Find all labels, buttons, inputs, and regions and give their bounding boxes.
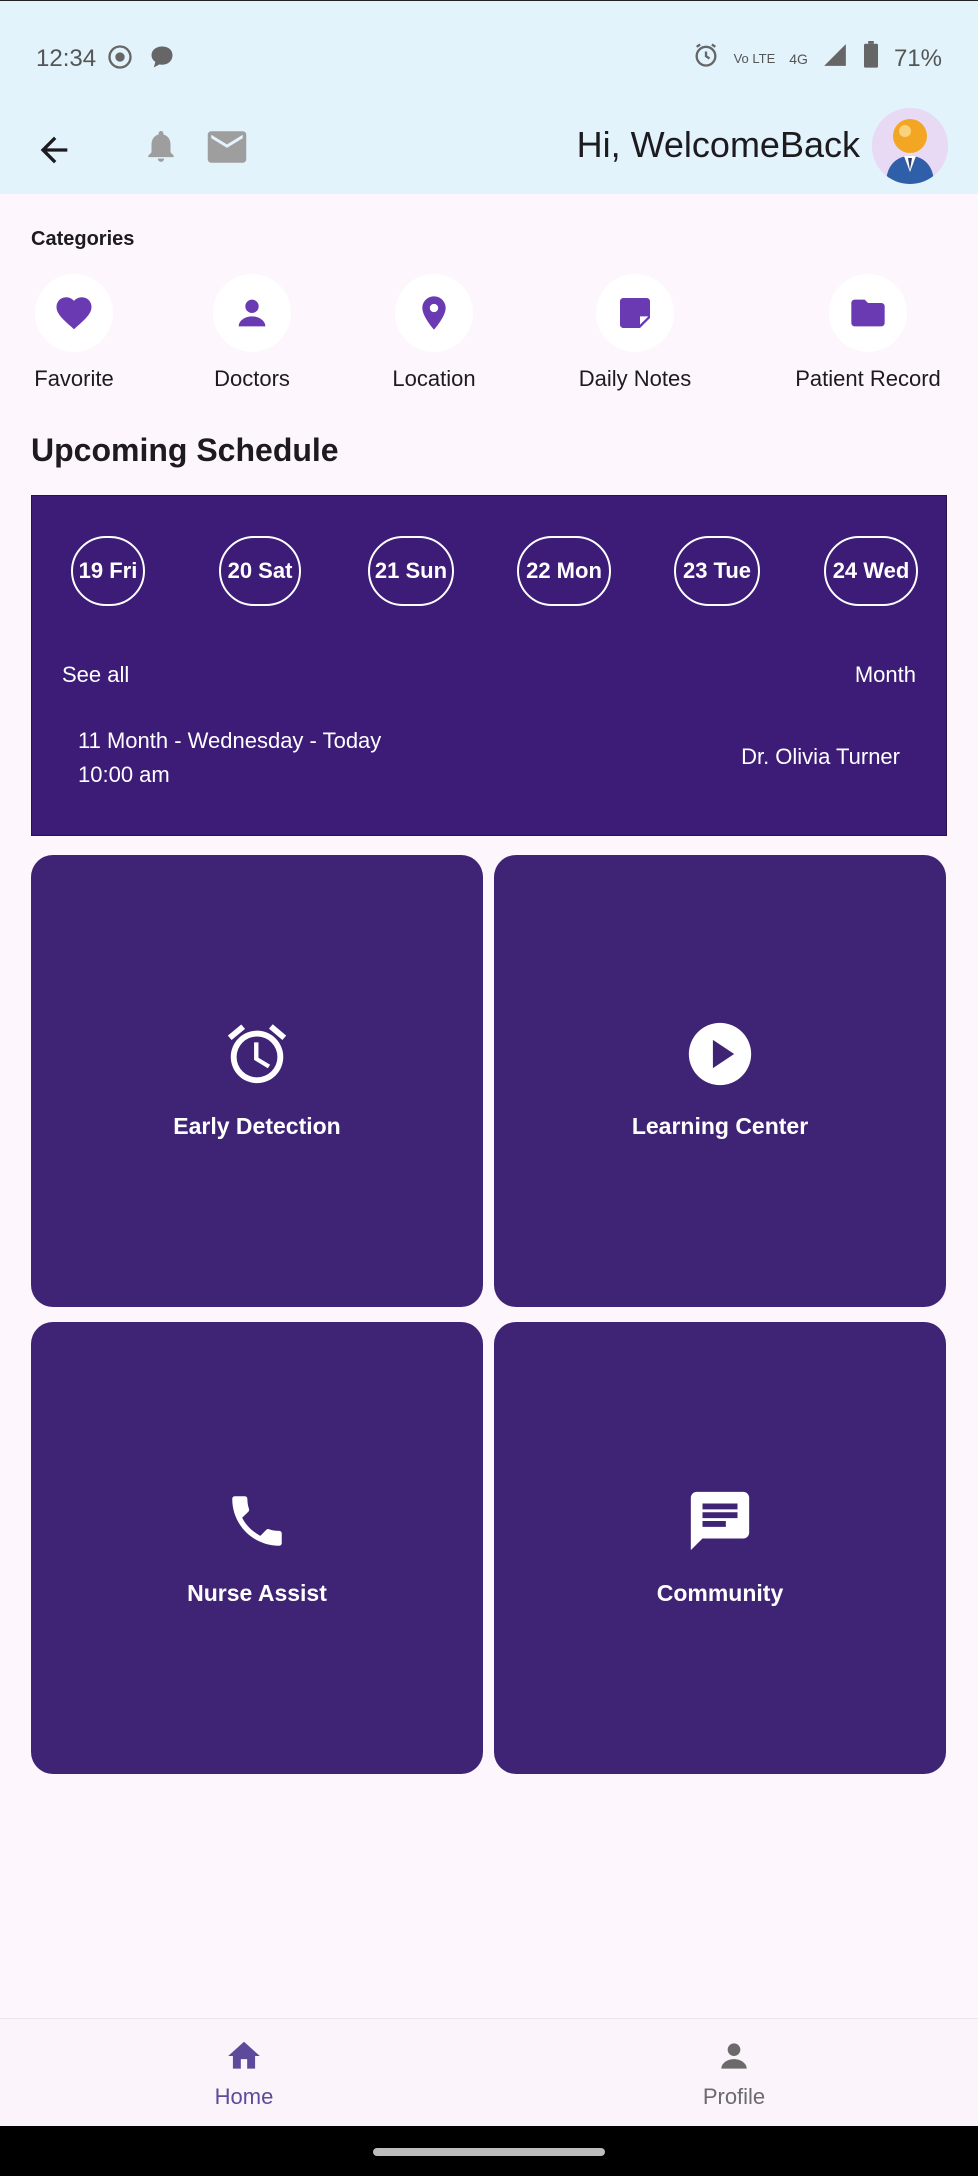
screen-record-icon [106, 43, 134, 76]
day-chip[interactable]: 19 Fri [71, 536, 145, 606]
chat-icon [685, 1486, 755, 1556]
welcome-greeting: Hi, WelcomeBack [576, 124, 860, 165]
appointment-doctor: Dr. Olivia Turner [741, 744, 900, 769]
note-icon [596, 274, 674, 352]
appointment-time: 10:00 am [78, 762, 170, 787]
category-location[interactable]: Location [386, 274, 482, 392]
mail-icon [207, 131, 247, 163]
tile-label: Early Detection [173, 1113, 341, 1139]
location-pin-icon [395, 274, 473, 352]
tile-label: Learning Center [631, 1113, 809, 1139]
signal-icon [822, 42, 848, 75]
month-link[interactable]: Month [855, 662, 916, 688]
network-indicator: 4G [789, 50, 808, 67]
avatar-person-icon [872, 108, 948, 184]
play-icon [685, 1019, 755, 1089]
app-bar: Hi, WelcomeBack [0, 108, 978, 194]
day-chip[interactable]: 22 Mon [517, 536, 611, 606]
category-daily-notes[interactable]: Daily Notes [572, 274, 698, 392]
nav-home[interactable]: Home [164, 2037, 324, 2110]
nurse-assist-tile[interactable]: Nurse Assist [31, 1322, 483, 1774]
see-all-link[interactable]: See all [62, 662, 129, 688]
bell-icon [148, 130, 174, 162]
community-tile[interactable]: Community [494, 1322, 946, 1774]
day-chip[interactable]: 20 Sat [219, 536, 301, 606]
notifications-button[interactable] [142, 124, 180, 173]
messages-button[interactable] [206, 128, 248, 171]
volte-indicator: Vo LTE [733, 51, 776, 66]
learning-center-tile[interactable]: Learning Center [494, 855, 946, 1307]
battery-icon [862, 41, 880, 76]
tile-label: Nurse Assist [187, 1580, 327, 1606]
category-label: Patient Record [795, 366, 941, 391]
day-chip[interactable]: 24 Wed [824, 536, 918, 606]
user-avatar[interactable] [872, 108, 948, 184]
back-button[interactable] [34, 130, 74, 170]
alarm-icon [222, 1019, 292, 1089]
nav-profile-label: Profile [702, 2084, 766, 2109]
category-doctors[interactable]: Doctors [206, 274, 298, 392]
profile-icon [721, 2043, 747, 2069]
bottom-navigation: Home Profile [0, 2018, 978, 2127]
day-chip[interactable]: 21 Sun [368, 536, 454, 606]
tile-label: Community [656, 1580, 784, 1606]
gesture-handle[interactable] [373, 2148, 605, 2156]
categories-heading: Categories [31, 228, 135, 250]
category-label: Favorite [34, 366, 114, 391]
category-label: Location [392, 366, 476, 391]
nav-home-label: Home [214, 2084, 274, 2109]
folder-icon [829, 274, 907, 352]
day-chip[interactable]: 23 Tue [674, 536, 760, 606]
home-icon [228, 2041, 260, 2069]
person-icon [213, 274, 291, 352]
heart-icon [35, 274, 113, 352]
category-label: Daily Notes [578, 366, 692, 391]
early-detection-tile[interactable]: Early Detection [31, 855, 483, 1307]
category-patient-record[interactable]: Patient Record [788, 274, 948, 392]
status-time: 12:34 [36, 45, 97, 72]
system-gesture-area [0, 2126, 978, 2176]
nav-profile[interactable]: Profile [654, 2037, 814, 2110]
upcoming-schedule-heading: Upcoming Schedule [31, 432, 339, 468]
alarm-status-icon [692, 41, 720, 76]
phone-icon [222, 1486, 292, 1556]
category-favorite[interactable]: Favorite [30, 274, 118, 392]
category-label: Doctors [214, 366, 290, 391]
message-status-icon [148, 43, 176, 76]
appointment-date: 11 Month - Wednesday - Today [78, 728, 382, 753]
status-bar: 12:34 Vo LTE 4G 71% [0, 0, 978, 118]
arrow-back-icon [40, 136, 68, 164]
battery-percent: 71% [893, 44, 942, 72]
schedule-card: 19 Fri 20 Sat 21 Sun 22 Mon 23 Tue 24 We… [31, 495, 947, 836]
